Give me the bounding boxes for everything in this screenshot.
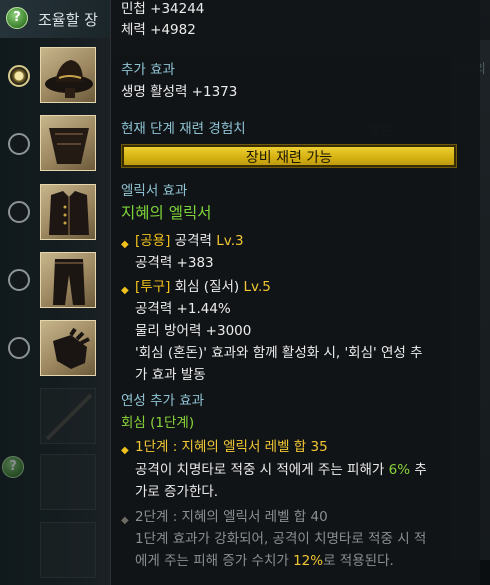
elixir-2-stat-2: 물리 방어력 +3000 bbox=[135, 323, 252, 339]
diamond-bullet-icon: ◆ bbox=[121, 445, 129, 456]
set-effect-header: 연성 추가 효과 bbox=[121, 393, 205, 409]
question-mark-icon[interactable]: ? bbox=[2, 456, 24, 478]
elixir-effect-header: 엘릭서 효과 bbox=[121, 183, 188, 199]
elixir-name: 지혜의 엘릭서 bbox=[121, 204, 212, 222]
slot-armor-radio[interactable] bbox=[8, 133, 30, 155]
slot-coat[interactable] bbox=[40, 184, 96, 240]
slot-gloves-radio[interactable] bbox=[8, 337, 30, 359]
elixir-2-note: '회심 (혼돈)' 효과와 함께 활성화 시, '회심' 연성 추 bbox=[135, 345, 423, 361]
stat-agility: 민첩 +34244 bbox=[121, 1, 205, 17]
stage-1-title: 1단계 : 지혜의 엘릭서 레벨 합 35 bbox=[135, 439, 328, 455]
elixir-2-stat-1: 공격력 +1.44% bbox=[135, 301, 231, 317]
slot-pants[interactable] bbox=[40, 252, 96, 308]
extra-effect-header: 추가 효과 bbox=[121, 62, 175, 78]
elixir-2-name: 회심 (질서) bbox=[174, 279, 240, 295]
stage-1-desc-text: 공격이 치명타로 적중 시 적에게 주는 피해가 bbox=[135, 462, 389, 478]
stage-1-desc: 공격이 치명타로 적중 시 적에게 주는 피해가 6% 추 bbox=[135, 461, 427, 479]
diamond-bullet-icon: ◆ bbox=[121, 239, 129, 250]
sword-icon bbox=[45, 393, 93, 441]
pants-icon bbox=[53, 259, 85, 305]
set-effect-name: 회심 (1단계) bbox=[121, 415, 195, 431]
slot-gloves[interactable] bbox=[40, 320, 96, 376]
rebuild-bar-label: 장비 재련 가능 bbox=[245, 150, 333, 166]
elixir-2-level: Lv.5 bbox=[243, 279, 271, 295]
chest-armor-icon bbox=[49, 128, 89, 164]
gloves-icon bbox=[53, 327, 90, 369]
slot-accessory-2[interactable] bbox=[40, 522, 96, 578]
diamond-bullet-icon: ◆ bbox=[121, 285, 129, 296]
rebuild-exp-header: 현재 단계 재련 경험치 bbox=[121, 121, 246, 137]
stage-2-desc-text: 에게 주는 피해 증가 수치가 bbox=[135, 553, 294, 569]
stage-2-desc: 1단계 효과가 강화되어, 공격이 치명타로 적중 시 적 bbox=[135, 531, 427, 547]
hat-icon bbox=[45, 60, 93, 98]
rebuild-progress-bar: 장비 재련 가능 bbox=[121, 144, 457, 168]
elixir-2-title: [투구] 회심 (질서) Lv.5 bbox=[135, 278, 271, 296]
elixir-2-tag: [투구] bbox=[135, 279, 171, 295]
elixir-1-tag: [공용] bbox=[135, 233, 171, 249]
stage-2-desc: 에게 주는 피해 증가 수치가 12%로 적용된다. bbox=[135, 552, 394, 570]
slot-armor[interactable] bbox=[40, 115, 96, 171]
elixir-1-stat: 공격력 +383 bbox=[135, 255, 214, 271]
item-tooltip: 민첩 +34244 체력 +4982 추가 효과 생명 활성력 +1373 현재… bbox=[110, 0, 480, 585]
stage-2-value: 12% bbox=[293, 553, 324, 569]
slot-coat-radio[interactable] bbox=[8, 201, 30, 223]
stat-stamina: 체력 +4982 bbox=[121, 22, 196, 38]
elixir-1-name: 공격력 bbox=[174, 233, 212, 249]
stage-2-desc-text: 로 적용된다. bbox=[323, 553, 394, 569]
slot-weapon[interactable] bbox=[40, 388, 96, 444]
elixir-1-title: [공용] 공격력 Lv.3 bbox=[135, 232, 244, 250]
stage-1-desc-text: 추 bbox=[410, 462, 427, 478]
stage-2-title: 2단계 : 지혜의 엘릭서 레벨 합 40 bbox=[135, 509, 328, 525]
slot-hat-radio[interactable] bbox=[8, 65, 30, 87]
slot-pants-radio[interactable] bbox=[8, 269, 30, 291]
extra-effect-value: 생명 활성력 +1373 bbox=[121, 84, 238, 100]
stage-1-desc: 가로 증가한다. bbox=[135, 484, 219, 500]
question-mark-icon[interactable]: ? bbox=[6, 7, 28, 29]
slot-hat[interactable] bbox=[40, 47, 96, 103]
elixir-1-level: Lv.3 bbox=[216, 233, 244, 249]
equipment-list-panel: ? 조율할 장 ? bbox=[0, 0, 120, 585]
diamond-bullet-icon: ◆ bbox=[121, 515, 129, 526]
panel-title: 조율할 장 bbox=[38, 11, 98, 29]
coat-icon bbox=[49, 191, 89, 235]
elixir-2-note: 가 효과 발동 bbox=[135, 367, 206, 383]
slot-accessory[interactable] bbox=[40, 454, 96, 510]
stage-1-value: 6% bbox=[388, 462, 411, 478]
